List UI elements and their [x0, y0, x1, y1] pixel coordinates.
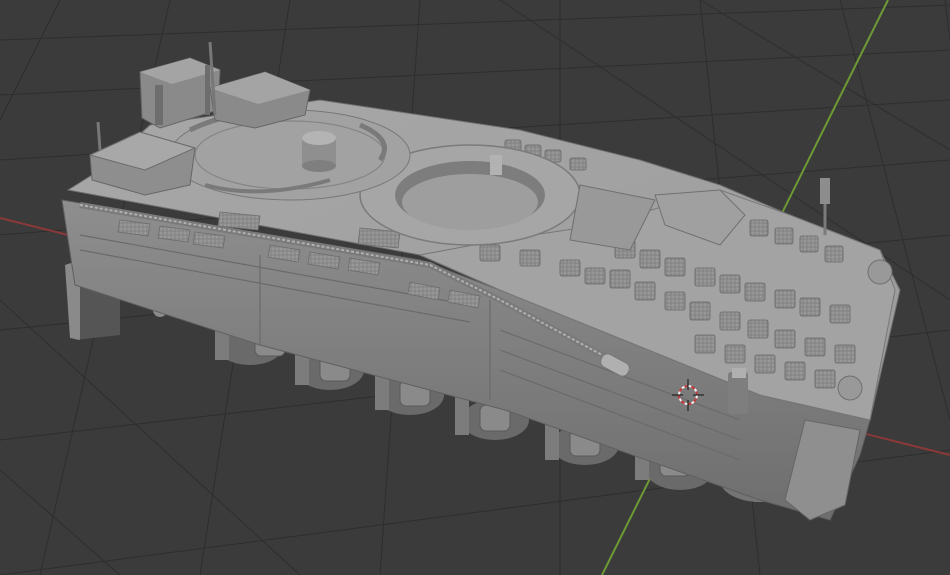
3d-viewport[interactable]	[0, 0, 950, 575]
armored-vehicle-model[interactable]	[61, 41, 901, 521]
front-mirror-mast	[820, 178, 830, 235]
antenna-rear	[96, 121, 102, 151]
viewport-canvas[interactable]	[0, 0, 950, 575]
